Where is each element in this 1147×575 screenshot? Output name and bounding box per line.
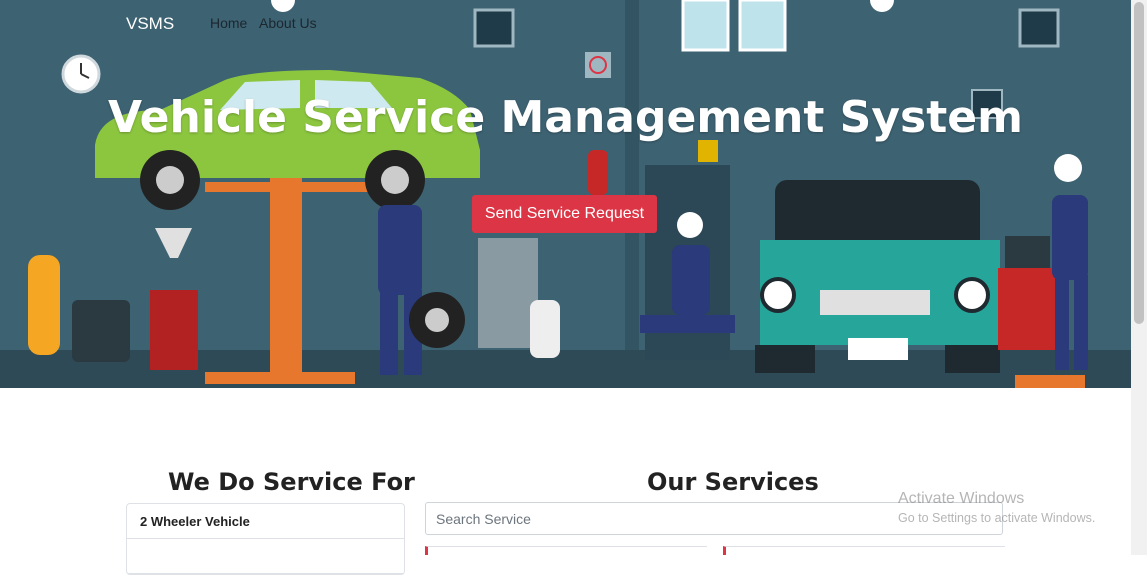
hero-banner: VSMS Home About Us Vehicle Service Manag… xyxy=(0,0,1131,388)
nav-link-about-us[interactable]: About Us xyxy=(259,15,317,31)
our-services-heading: Our Services xyxy=(647,468,819,496)
watermark-subtitle: Go to Settings to activate Windows. xyxy=(898,511,1096,525)
list-item[interactable] xyxy=(127,539,404,574)
top-navbar: VSMS Home About Us xyxy=(0,0,1131,46)
watermark-title: Activate Windows xyxy=(898,490,1025,507)
vehicle-types-heading: We Do Service For xyxy=(168,468,415,496)
service-card[interactable] xyxy=(723,546,1005,555)
list-item-2-wheeler[interactable]: 2 Wheeler Vehicle xyxy=(127,504,404,539)
hero-title: Vehicle Service Management System xyxy=(108,92,1023,143)
garage-illustration xyxy=(0,0,1131,388)
vehicle-type-list: 2 Wheeler Vehicle xyxy=(126,503,405,575)
send-service-request-button[interactable]: Send Service Request xyxy=(472,195,657,233)
scrollbar-thumb[interactable] xyxy=(1134,2,1144,324)
nav-link-home[interactable]: Home xyxy=(210,15,247,31)
windows-activation-watermark: Activate Windows Go to Settings to activ… xyxy=(898,490,1095,525)
brand-logo[interactable]: VSMS xyxy=(126,14,174,34)
service-card[interactable] xyxy=(425,546,707,555)
